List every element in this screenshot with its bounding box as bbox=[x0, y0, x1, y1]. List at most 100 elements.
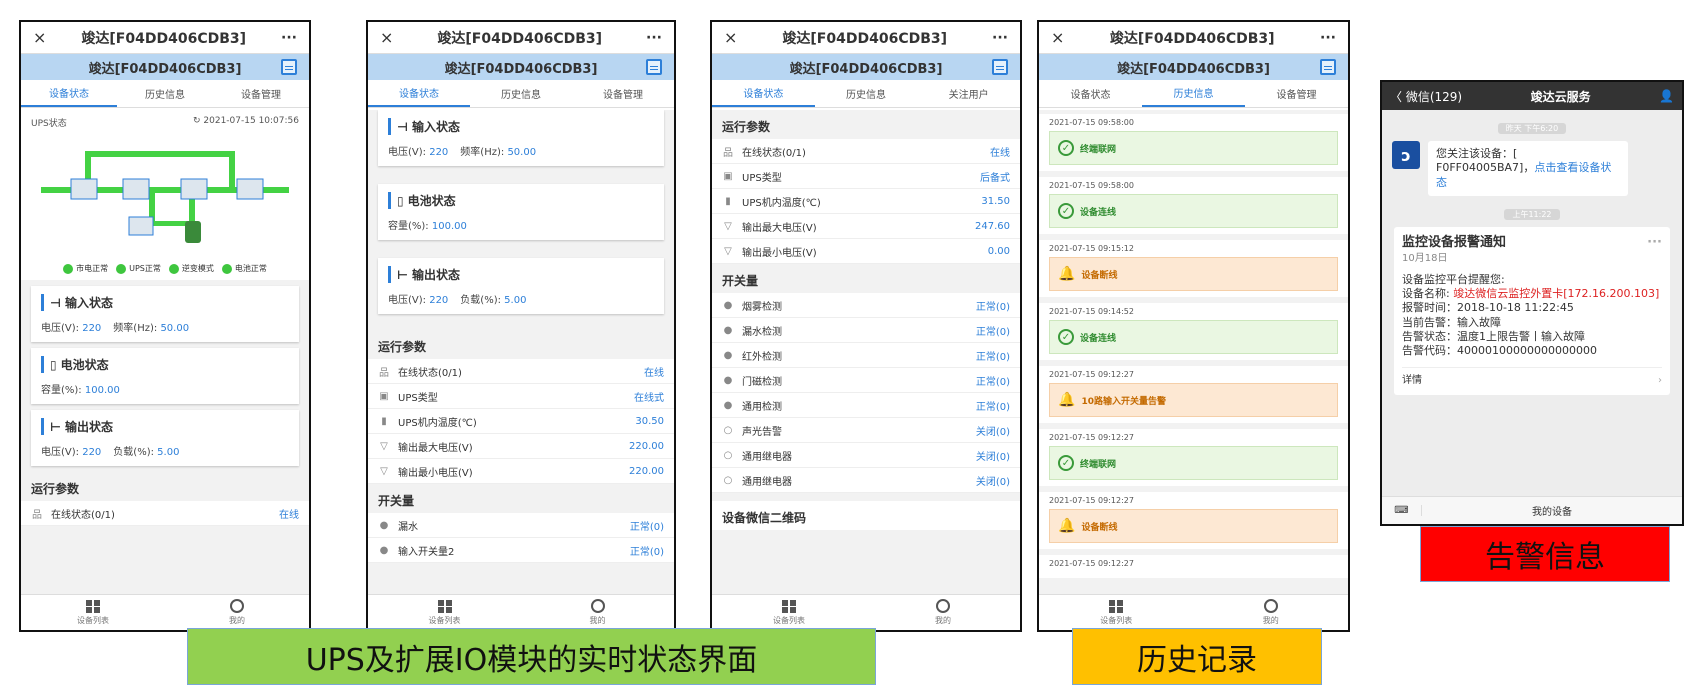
close-button[interactable]: × bbox=[724, 28, 737, 47]
avatar[interactable]: ɔ bbox=[1392, 141, 1420, 169]
tab-manage[interactable]: 设备管理 bbox=[213, 80, 309, 107]
toggle-icon: ● bbox=[723, 324, 733, 336]
tab-history[interactable]: 历史信息 bbox=[117, 80, 213, 107]
phone-history: × 竣达[F04DD406CDB3] ··· 竣达[F04DD406CDB3] … bbox=[1037, 20, 1350, 632]
table-icon[interactable] bbox=[1320, 59, 1336, 75]
close-button[interactable]: × bbox=[380, 28, 393, 47]
bell-icon: 🔔 bbox=[1058, 518, 1076, 534]
wechat-top-bar: 〈 微信(129) 竣达云服务 👤 bbox=[1382, 82, 1682, 110]
more-icon: ··· bbox=[1647, 234, 1662, 250]
history-item[interactable]: 2021-07-15 09:15:12 🔔 设备断线 bbox=[1039, 240, 1348, 297]
my-devices-menu[interactable]: 我的设备 bbox=[1422, 503, 1682, 518]
more-button[interactable]: ··· bbox=[281, 30, 297, 46]
battery-icon: ▯ bbox=[50, 357, 57, 372]
nav-device-list[interactable]: 设备列表 bbox=[1039, 595, 1194, 630]
voltage-icon: ▽ bbox=[380, 440, 388, 452]
network-icon: 品 bbox=[379, 367, 389, 379]
bell-icon: 🔔 bbox=[1058, 392, 1076, 408]
back-button[interactable]: 〈 微信(129) bbox=[1390, 88, 1462, 105]
content: 运行参数 品在线状态(0/1) 在线 ▣ UPS类型 后备式 ▮ UPS机内温度(℃) 3… bbox=[712, 110, 1020, 594]
more-button[interactable]: ··· bbox=[646, 30, 662, 46]
more-button[interactable]: ··· bbox=[992, 30, 1008, 46]
check-icon: ✓ bbox=[1058, 455, 1074, 471]
tab-history[interactable]: 历史信息 bbox=[815, 80, 918, 107]
nav-mine[interactable]: 我的 bbox=[165, 595, 309, 630]
tab-bar: 设备状态 历史信息 关注用户 bbox=[712, 80, 1020, 108]
battery-card: ▯ 电池状态 容量(%): 100.00 bbox=[31, 348, 299, 404]
top-bar: × 竣达[F04DD406CDB3] ··· bbox=[1039, 22, 1348, 54]
toggle-off-icon: ○ bbox=[723, 449, 733, 461]
tab-status[interactable]: 设备状态 bbox=[712, 80, 815, 107]
output-card: ⊢ 输出状态 电压(V): 220 负载(%): 5.00 bbox=[31, 410, 299, 466]
nav-device-list[interactable]: 设备列表 bbox=[368, 595, 521, 630]
voltage-icon: ▽ bbox=[724, 245, 732, 257]
bottom-nav: 设备列表 我的 bbox=[712, 594, 1020, 630]
table-icon[interactable] bbox=[992, 59, 1008, 75]
more-button[interactable]: ··· bbox=[1320, 30, 1336, 46]
tab-history[interactable]: 历史信息 bbox=[470, 80, 572, 107]
legend-item: UPS正常 bbox=[116, 263, 161, 274]
nav-device-list[interactable]: 设备列表 bbox=[21, 595, 165, 630]
history-item[interactable]: 2021-07-15 09:58:00 ✓ 设备连线 bbox=[1039, 177, 1348, 234]
history-item[interactable]: 2021-07-15 09:12:27 🔔 设备断线 bbox=[1039, 492, 1348, 549]
content: ⊣ 输入状态 电压(V): 220 频率(Hz): 50.00 ▯ 电池状态 容量(%… bbox=[368, 110, 674, 594]
list-item: ○ 通用继电器 关闭(0) bbox=[712, 468, 1020, 493]
alarm-card[interactable]: 监控设备报警通知 ··· 10月18日 设备监控平台提醒您: 设备名称: 竣达微信… bbox=[1394, 226, 1670, 395]
history-item[interactable]: 2021-07-15 09:12:27 ✓ 终端联网 bbox=[1039, 429, 1348, 486]
wechat-bottom-bar: ⌨ 我的设备 bbox=[1382, 496, 1682, 524]
nav-mine[interactable]: 我的 bbox=[1194, 595, 1349, 630]
ups-label: UPS状态 bbox=[31, 119, 67, 129]
tab-bar: 设备状态 历史信息 设备管理 bbox=[21, 80, 309, 108]
device-name: 竣达[F04DD406CDB3] bbox=[88, 61, 242, 77]
table-icon[interactable] bbox=[646, 59, 662, 75]
tab-manage[interactable]: 设备管理 bbox=[572, 80, 674, 107]
nav-device-list[interactable]: 设备列表 bbox=[712, 595, 866, 630]
list-item: ▽ 输出最大电压(V) 220.00 bbox=[368, 434, 674, 459]
banner-history: 历史记录 bbox=[1072, 628, 1322, 685]
section-switch: 开关量 bbox=[722, 274, 759, 288]
list-item: ○ 声光告警 关闭(0) bbox=[712, 418, 1020, 443]
voltage-icon: ▽ bbox=[380, 465, 388, 477]
output-title: 输出状态 bbox=[64, 420, 113, 434]
nav-mine[interactable]: 我的 bbox=[866, 595, 1020, 630]
input-title: 输入状态 bbox=[411, 120, 460, 134]
input-icon: ⊣ bbox=[50, 295, 61, 310]
page-title: 竣达[F04DD406CDB3] bbox=[782, 30, 948, 47]
input-title: 输入状态 bbox=[64, 296, 113, 310]
section-run-params: 运行参数 bbox=[722, 120, 771, 134]
user-icon bbox=[936, 599, 950, 613]
table-icon[interactable] bbox=[281, 59, 297, 75]
output-icon: ⊢ bbox=[50, 419, 61, 434]
history-item[interactable]: 2021-07-15 09:12:27 🔔 10路输入开关量告警 bbox=[1039, 366, 1348, 423]
timestamp: 上午11:22 bbox=[1382, 202, 1682, 221]
user-icon bbox=[230, 599, 244, 613]
timestamp: 昨天 下午6:20 bbox=[1382, 116, 1682, 135]
history-item[interactable]: 2021-07-15 09:12:27 bbox=[1039, 555, 1348, 578]
history-item[interactable]: 2021-07-15 09:58:00 ✓ 终端联网 bbox=[1039, 114, 1348, 171]
keyboard-icon[interactable]: ⌨ bbox=[1382, 505, 1422, 516]
refresh-icon[interactable]: ↻ bbox=[193, 116, 201, 126]
check-icon: ✓ bbox=[1058, 329, 1074, 345]
param-list: 品在线状态(0/1) 在线 ▣ UPS类型 后备式 ▮ UPS机内温度(℃) 31.50 … bbox=[712, 139, 1020, 264]
tab-status[interactable]: 设备状态 bbox=[368, 80, 470, 107]
tab-manage[interactable]: 设备管理 bbox=[1245, 80, 1348, 107]
close-button[interactable]: × bbox=[33, 28, 46, 47]
network-icon: 品 bbox=[32, 509, 42, 521]
alarm-date: 10月18日 bbox=[1402, 252, 1448, 264]
tab-users[interactable]: 关注用户 bbox=[917, 80, 1020, 107]
alarm-intro: 设备监控平台提醒您: bbox=[1402, 272, 1505, 286]
history-item[interactable]: 2021-07-15 09:14:52 ✓ 设备连线 bbox=[1039, 303, 1348, 360]
legend-item: 市电正常 bbox=[63, 263, 108, 274]
flow-diagram-svg bbox=[41, 151, 289, 243]
bottom-nav: 设备列表 我的 bbox=[1039, 594, 1348, 630]
detail-link[interactable]: 详情 bbox=[1402, 374, 1422, 387]
nav-mine[interactable]: 我的 bbox=[521, 595, 674, 630]
tab-status[interactable]: 设备状态 bbox=[1039, 80, 1142, 107]
top-bar: × 竣达[F04DD406CDB3] ··· bbox=[712, 22, 1020, 54]
profile-icon[interactable]: 👤 bbox=[1659, 89, 1674, 103]
tab-status[interactable]: 设备状态 bbox=[21, 80, 117, 107]
close-button[interactable]: × bbox=[1051, 28, 1064, 47]
output-title: 输出状态 bbox=[411, 268, 460, 282]
output-card: ⊢ 输出状态 电压(V): 220 负载(%): 5.00 bbox=[378, 258, 664, 314]
tab-history[interactable]: 历史信息 bbox=[1142, 80, 1245, 107]
